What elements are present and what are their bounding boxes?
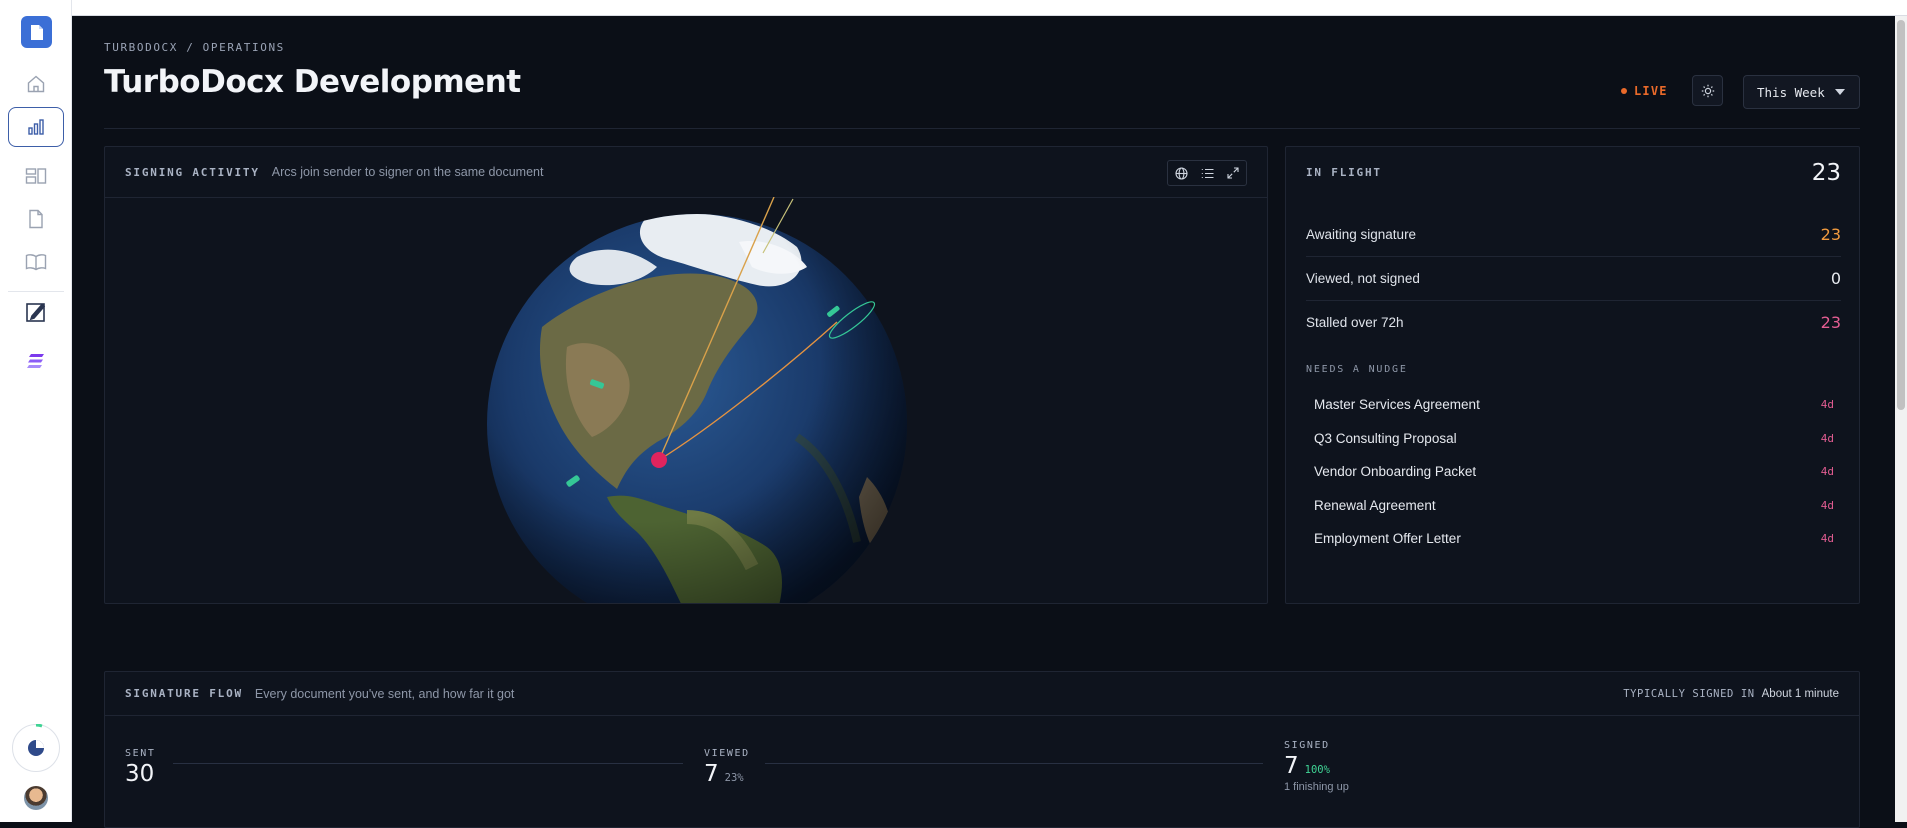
home-icon	[27, 75, 45, 93]
signing-activity-header: SIGNING ACTIVITY Arcs join sender to sig…	[105, 147, 1267, 198]
page-scrollbar[interactable]	[1895, 16, 1907, 822]
signing-activity-panel: SIGNING ACTIVITY Arcs join sender to sig…	[104, 146, 1268, 634]
flow-connector	[173, 763, 683, 764]
breadcrumb: TURBODOCX / OPERATIONS	[104, 41, 285, 54]
stat-value: 23	[1820, 224, 1841, 244]
globe-view-button[interactable]	[1168, 161, 1194, 185]
in-flight-header: IN FLIGHT 23	[1306, 147, 1841, 198]
sidebar-item-stack[interactable]	[8, 341, 64, 381]
nudge-age: 4d	[1820, 498, 1834, 512]
analytics-icon	[28, 119, 44, 135]
stage-label: SIGNED	[1284, 740, 1330, 751]
signature-flow-label: SIGNATURE FLOW	[125, 687, 243, 700]
expand-button[interactable]	[1220, 161, 1246, 185]
stat-value: 23	[1820, 313, 1841, 332]
nudge-title: Master Services Agreement	[1314, 396, 1480, 412]
nudge-age: 4d	[1820, 464, 1834, 478]
signing-globe[interactable]	[467, 196, 927, 634]
stat-label: Awaiting signature	[1306, 226, 1417, 242]
typical-sign-time: TYPICALLY SIGNED IN About 1 minute	[1623, 688, 1839, 700]
signature-flow-subtitle: Every document you've sent, and how far …	[254, 686, 515, 701]
globe-visual	[487, 196, 907, 634]
nudge-age: 4d	[1820, 531, 1834, 545]
stack-logo-icon	[27, 354, 44, 368]
scrollbar-thumb[interactable]	[1897, 20, 1905, 410]
stat-awaiting-signature[interactable]: Awaiting signature 23	[1306, 212, 1841, 256]
main-content: TURBODOCX / OPERATIONS TurboDocx Develop…	[72, 16, 1895, 828]
signature-flow-panel: SIGNATURE FLOW Every document you've sen…	[104, 671, 1860, 828]
nudge-age: 4d	[1820, 397, 1834, 411]
needs-nudge-label: NEEDS A NUDGE	[1306, 364, 1408, 375]
stat-value: 0	[1830, 269, 1841, 288]
sidebar-item-analytics[interactable]	[8, 107, 64, 147]
user-avatar[interactable]	[24, 786, 48, 810]
theme-toggle-button[interactable]	[1692, 75, 1723, 106]
nudge-item[interactable]: Q3 Consulting Proposal 4d	[1314, 427, 1834, 449]
live-indicator: LIVE	[1621, 84, 1668, 98]
browser-top-strip	[0, 0, 1907, 16]
stage-percent: 100%	[1304, 764, 1330, 776]
sidebar	[0, 0, 72, 822]
stage-label: SENT	[125, 748, 156, 759]
nudge-item[interactable]: Vendor Onboarding Packet 4d	[1314, 460, 1834, 482]
document-icon	[29, 209, 43, 229]
page-title: TurboDocx Development	[104, 64, 521, 100]
view-toolbar	[1167, 160, 1247, 186]
header-divider	[104, 128, 1860, 129]
stage-sent[interactable]: SENT 30	[125, 748, 155, 787]
book-icon	[25, 254, 47, 271]
nudge-title: Renewal Agreement	[1314, 497, 1436, 513]
stage-signed[interactable]: SIGNED 7 100% 1 finishing up	[1284, 740, 1349, 793]
nudge-title: Vendor Onboarding Packet	[1314, 463, 1477, 479]
stage-percent: 23%	[724, 772, 744, 784]
sidebar-item-sign[interactable]	[8, 292, 64, 332]
signature-flow-header: SIGNATURE FLOW Every document you've sen…	[105, 672, 1859, 716]
stat-label: Stalled over 72h	[1306, 315, 1404, 330]
expand-icon	[1227, 167, 1239, 179]
stage-value: 7	[704, 761, 719, 787]
stage-label: VIEWED	[704, 748, 750, 759]
flow-connector	[765, 763, 1263, 764]
sidebar-item-library[interactable]	[8, 242, 64, 282]
stat-stalled[interactable]: Stalled over 72h 23	[1306, 300, 1841, 344]
typical-value: About 1 minute	[1761, 688, 1839, 700]
sidebar-item-documents[interactable]	[8, 199, 64, 239]
stage-value: 7	[1284, 753, 1299, 779]
signing-activity-subtitle: Arcs join sender to signer on the same d…	[271, 165, 544, 179]
document-logo-icon	[30, 24, 43, 40]
sun-icon	[1701, 84, 1714, 97]
nudge-item[interactable]: Employment Offer Letter 4d	[1314, 527, 1834, 549]
stage-viewed[interactable]: VIEWED 7 23%	[704, 748, 750, 787]
chevron-down-icon	[1834, 89, 1845, 95]
typical-label: TYPICALLY SIGNED IN	[1623, 688, 1755, 700]
app-logo[interactable]	[21, 16, 52, 48]
sidebar-item-layouts[interactable]	[8, 156, 64, 196]
stat-viewed-not-signed[interactable]: Viewed, not signed 0	[1306, 256, 1841, 300]
nudge-title: Q3 Consulting Proposal	[1314, 430, 1457, 446]
list-icon	[1201, 168, 1213, 178]
stage-value: 30	[125, 761, 155, 787]
stat-label: Viewed, not signed	[1306, 271, 1420, 286]
in-flight-panel: IN FLIGHT 23 Awaiting signature 23 Viewe…	[1285, 146, 1860, 604]
in-flight-total: 23	[1811, 159, 1841, 186]
stage-note: 1 finishing up	[1284, 781, 1349, 793]
nudge-item[interactable]: Master Services Agreement 4d	[1314, 393, 1834, 415]
signing-activity-label: SIGNING ACTIVITY	[125, 165, 260, 179]
list-view-button[interactable]	[1194, 161, 1220, 185]
sign-document-icon	[26, 303, 46, 322]
in-flight-label: IN FLIGHT	[1306, 166, 1382, 179]
date-range-select[interactable]: This Week	[1743, 75, 1860, 109]
globe-icon	[1174, 166, 1188, 180]
nudge-age: 4d	[1820, 431, 1834, 445]
nudge-item[interactable]: Renewal Agreement 4d	[1314, 494, 1834, 516]
nudge-title: Employment Offer Letter	[1314, 530, 1461, 546]
layout-icon	[25, 168, 47, 184]
sidebar-item-home[interactable]	[8, 64, 64, 104]
live-dot-icon	[1621, 88, 1627, 94]
live-label: LIVE	[1634, 84, 1668, 98]
usage-meter-ring	[35, 724, 43, 728]
date-range-value: This Week	[1757, 84, 1825, 100]
